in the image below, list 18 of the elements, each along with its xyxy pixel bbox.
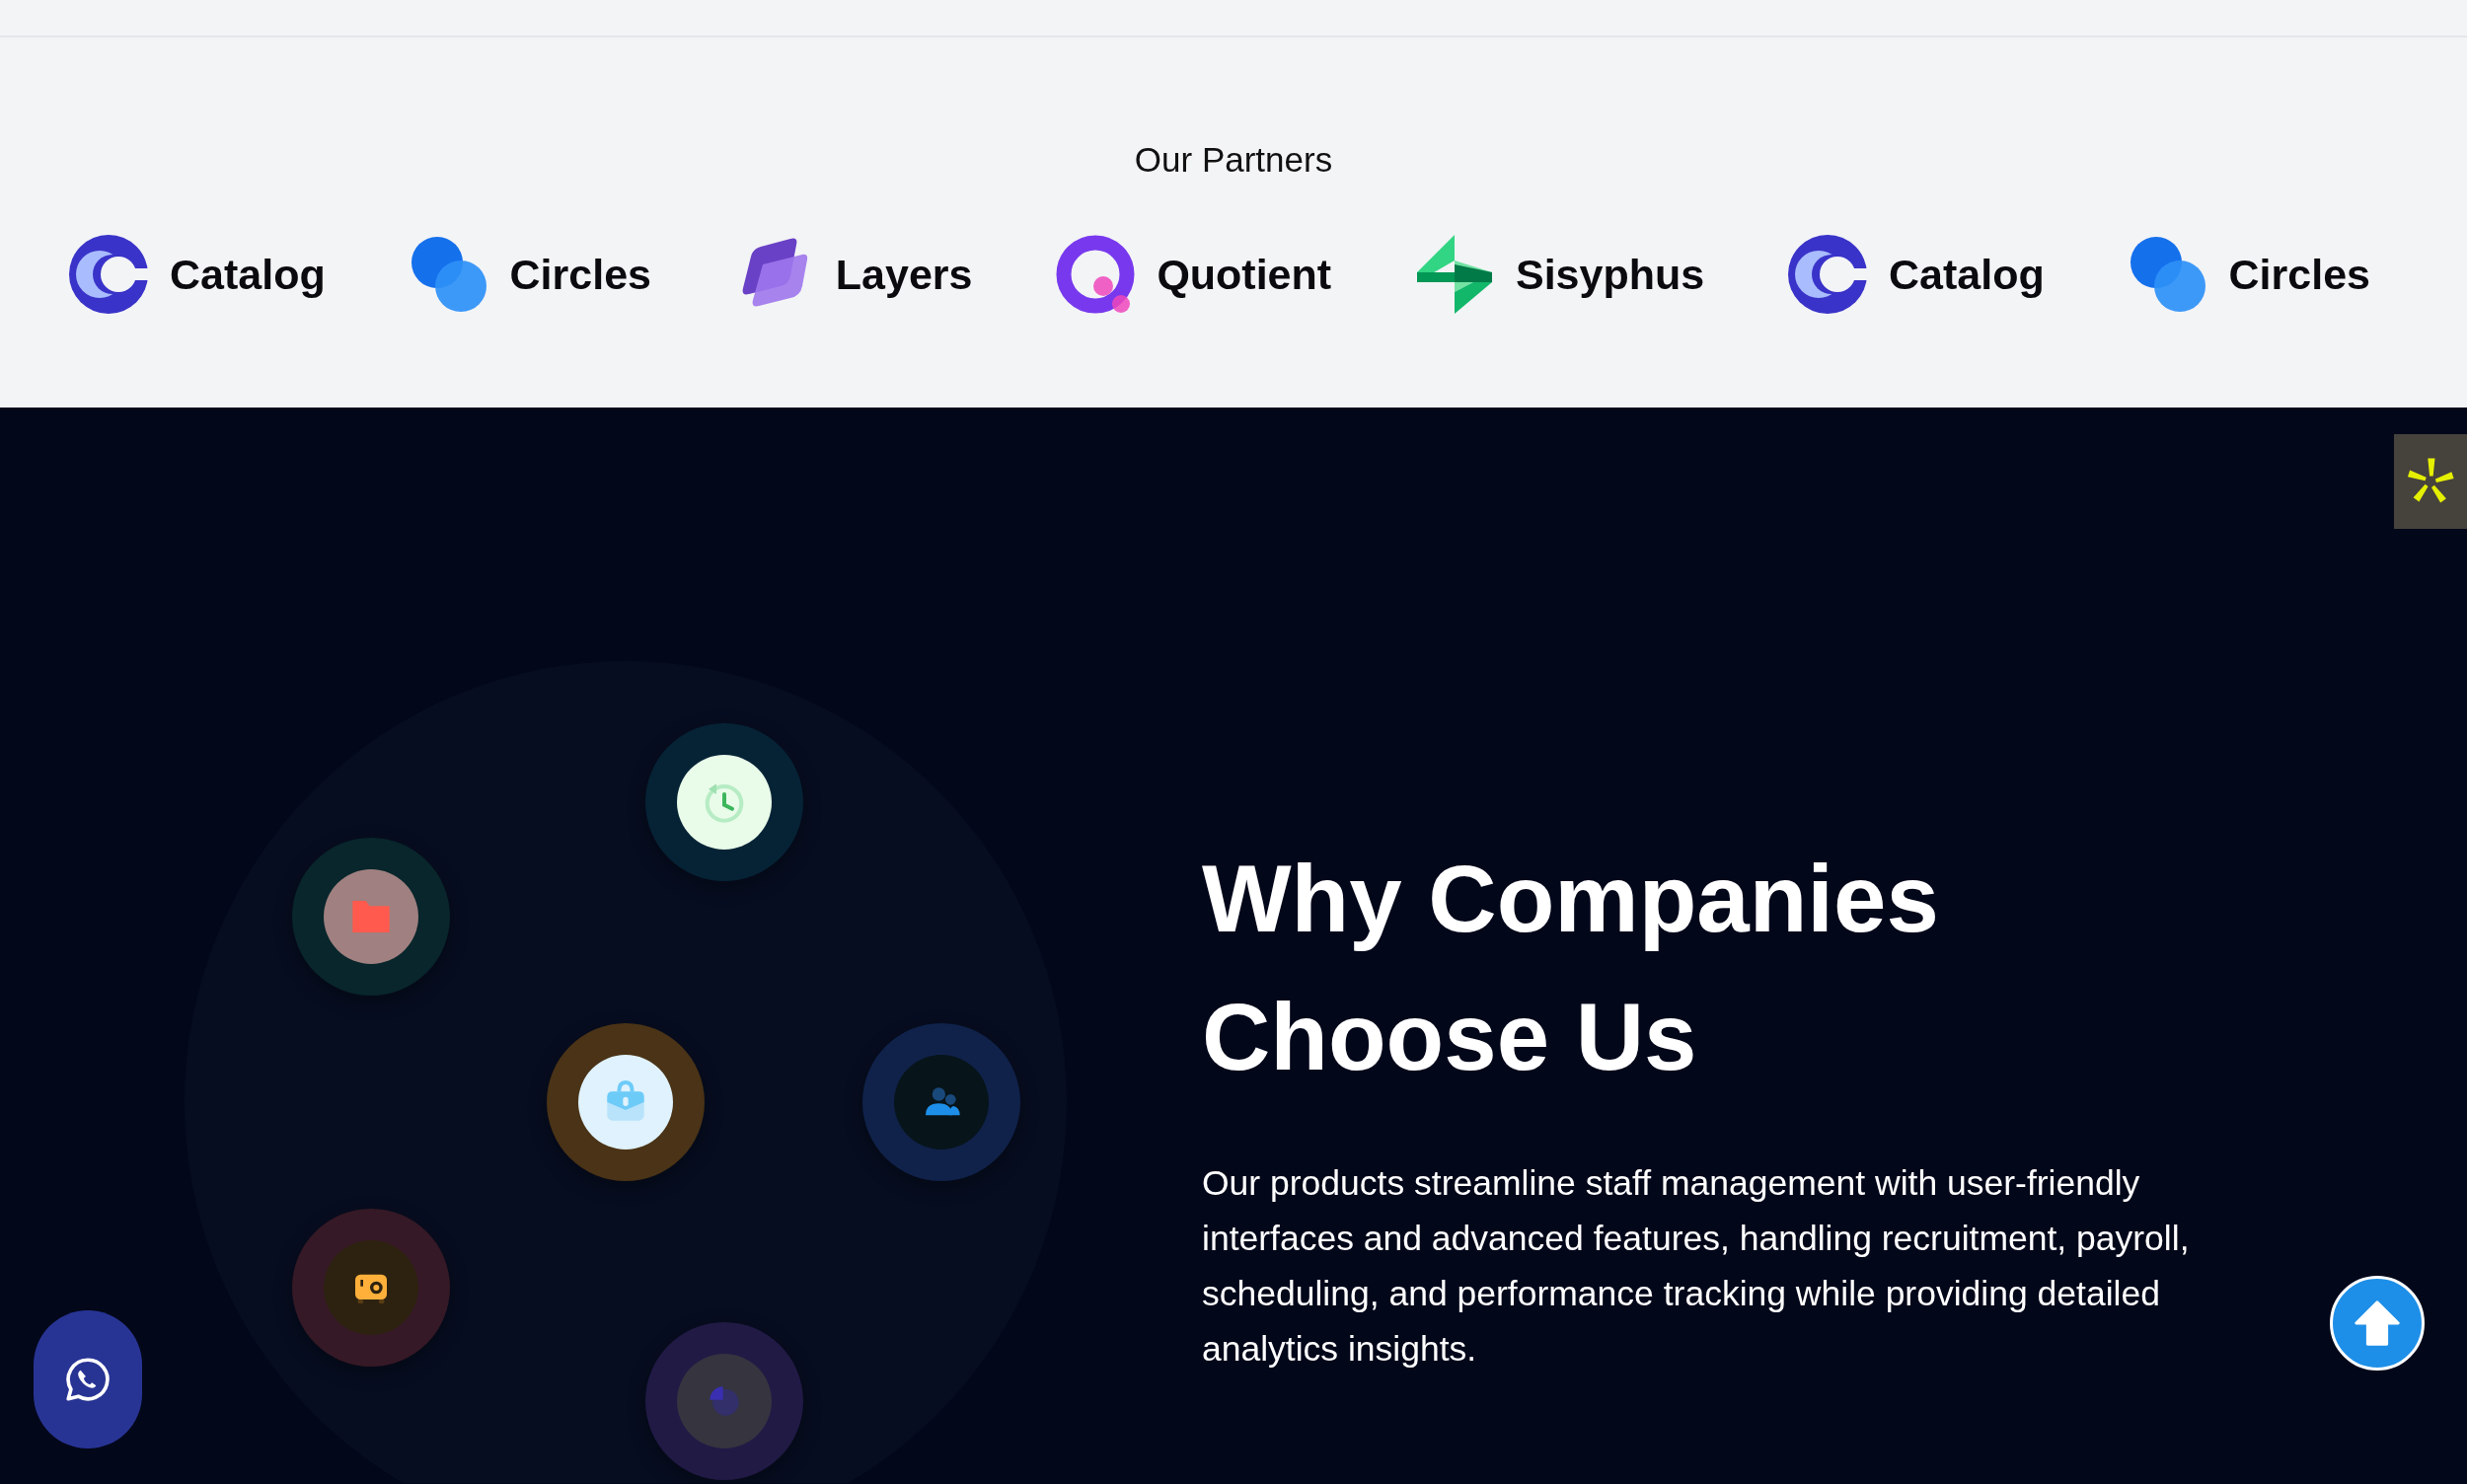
partner-name: Quotient bbox=[1157, 250, 1332, 299]
logo-icon bbox=[1056, 235, 1136, 314]
section-title: Our Partners bbox=[1134, 140, 1333, 180]
partner-name: Sisyphus bbox=[1516, 250, 1705, 299]
section-heading: Why Companies Choose Us bbox=[1202, 845, 1940, 1091]
partner-name: Circles bbox=[2228, 250, 2370, 299]
logo-icon bbox=[1788, 235, 1867, 314]
partner-name: Layers bbox=[835, 250, 973, 299]
chat-icon bbox=[63, 1355, 112, 1404]
logo-icon bbox=[69, 235, 148, 314]
partner-name: Catalog bbox=[170, 250, 326, 299]
partner-name: Circles bbox=[509, 250, 651, 299]
description-paragraph: Our products streamline staff management with user-friendly interfaces and advanced features, handling recruitment, payroll, scheduling, and performance tracking while providing detailed analytics insights. bbox=[1202, 1162, 2191, 1371]
logo-icon bbox=[409, 235, 488, 314]
partner-name: Catalog bbox=[1889, 250, 2045, 299]
logo-icon bbox=[1415, 235, 1494, 314]
logo-icon bbox=[2128, 235, 2207, 314]
sparkle-button[interactable] bbox=[2394, 434, 2467, 529]
